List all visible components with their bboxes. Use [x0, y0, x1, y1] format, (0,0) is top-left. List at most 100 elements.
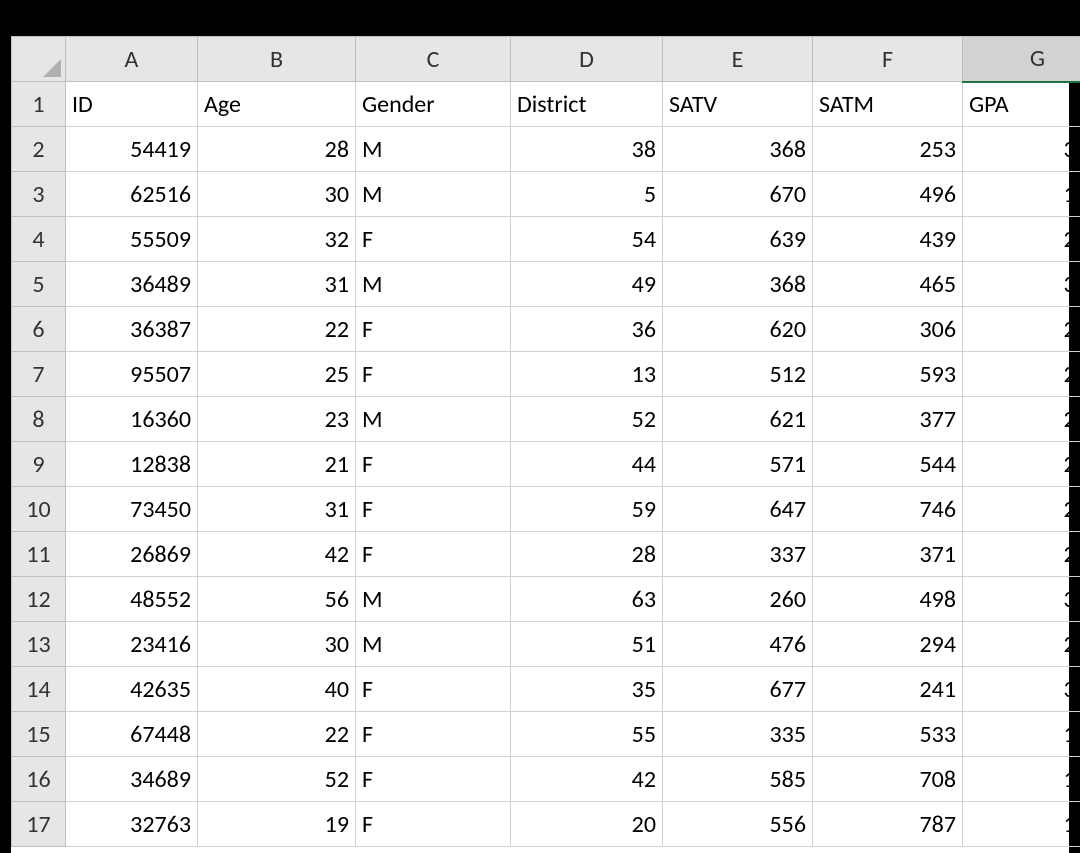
cell-E8[interactable]: 621	[663, 397, 813, 442]
cell-G7[interactable]: 2.83	[963, 352, 1080, 397]
cell-F6[interactable]: 306	[813, 307, 963, 352]
cell-F8[interactable]: 377	[813, 397, 963, 442]
cell-A11[interactable]: 26869	[66, 532, 198, 577]
cell-B11[interactable]: 42	[198, 532, 356, 577]
column-header-F[interactable]: F	[813, 37, 963, 82]
cell-C15[interactable]: F	[356, 712, 511, 757]
cell-A16[interactable]: 34689	[66, 757, 198, 802]
cell-G5[interactable]: 3.11	[963, 262, 1080, 307]
column-header-D[interactable]: D	[511, 37, 663, 82]
cell-D3[interactable]: 5	[511, 172, 663, 217]
cell-A13[interactable]: 23416	[66, 622, 198, 667]
row-header-5[interactable]: 5	[12, 262, 66, 307]
cell-F13[interactable]: 294	[813, 622, 963, 667]
cell-A2[interactable]: 54419	[66, 127, 198, 172]
row-header-3[interactable]: 3	[12, 172, 66, 217]
cell-B2[interactable]: 28	[198, 127, 356, 172]
cell-D4[interactable]: 54	[511, 217, 663, 262]
row-header-10[interactable]: 10	[12, 487, 66, 532]
cell-D6[interactable]: 36	[511, 307, 663, 352]
cell-B4[interactable]: 32	[198, 217, 356, 262]
cell-E10[interactable]: 647	[663, 487, 813, 532]
row-header-6[interactable]: 6	[12, 307, 66, 352]
cell-A1[interactable]: ID	[66, 82, 198, 127]
row-header-15[interactable]: 15	[12, 712, 66, 757]
cell-F12[interactable]: 498	[813, 577, 963, 622]
row-header-7[interactable]: 7	[12, 352, 66, 397]
cell-E1[interactable]: SATV	[663, 82, 813, 127]
row-header-2[interactable]: 2	[12, 127, 66, 172]
cell-B12[interactable]: 56	[198, 577, 356, 622]
cell-B8[interactable]: 23	[198, 397, 356, 442]
cell-F9[interactable]: 544	[813, 442, 963, 487]
cell-A7[interactable]: 95507	[66, 352, 198, 397]
cell-E4[interactable]: 639	[663, 217, 813, 262]
cell-D10[interactable]: 59	[511, 487, 663, 532]
column-header-G[interactable]: G	[963, 37, 1080, 82]
cell-C10[interactable]: F	[356, 487, 511, 532]
cell-A10[interactable]: 73450	[66, 487, 198, 532]
cell-G6[interactable]: 2.16	[963, 307, 1080, 352]
cell-E15[interactable]: 335	[663, 712, 813, 757]
cell-A17[interactable]: 32763	[66, 802, 198, 847]
cell-C11[interactable]: F	[356, 532, 511, 577]
cell-F5[interactable]: 465	[813, 262, 963, 307]
cell-F10[interactable]: 746	[813, 487, 963, 532]
cell-C7[interactable]: F	[356, 352, 511, 397]
cell-E3[interactable]: 670	[663, 172, 813, 217]
cell-E6[interactable]: 620	[663, 307, 813, 352]
cell-C3[interactable]: M	[356, 172, 511, 217]
cell-F4[interactable]: 439	[813, 217, 963, 262]
cell-D7[interactable]: 13	[511, 352, 663, 397]
column-header-E[interactable]: E	[663, 37, 813, 82]
cell-E7[interactable]: 512	[663, 352, 813, 397]
cell-E2[interactable]: 368	[663, 127, 813, 172]
cell-D15[interactable]: 55	[511, 712, 663, 757]
cell-G12[interactable]: 3.24	[963, 577, 1080, 622]
cell-F1[interactable]: SATM	[813, 82, 963, 127]
row-header-17[interactable]: 17	[12, 802, 66, 847]
cell-E5[interactable]: 368	[663, 262, 813, 307]
cell-B10[interactable]: 31	[198, 487, 356, 532]
row-header-16[interactable]: 16	[12, 757, 66, 802]
row-header-8[interactable]: 8	[12, 397, 66, 442]
row-header-14[interactable]: 14	[12, 667, 66, 712]
cell-A14[interactable]: 42635	[66, 667, 198, 712]
spreadsheet-grid[interactable]: ABCDEFG 1IDAgeGenderDistrictSATVSATMGPA2…	[11, 36, 1069, 853]
cell-A15[interactable]: 67448	[66, 712, 198, 757]
cell-A6[interactable]: 36387	[66, 307, 198, 352]
cell-D16[interactable]: 42	[511, 757, 663, 802]
cell-A4[interactable]: 55509	[66, 217, 198, 262]
cell-E17[interactable]: 556	[663, 802, 813, 847]
cell-C4[interactable]: F	[356, 217, 511, 262]
cell-B13[interactable]: 30	[198, 622, 356, 667]
cell-B15[interactable]: 22	[198, 712, 356, 757]
cell-E11[interactable]: 337	[663, 532, 813, 577]
cell-B5[interactable]: 31	[198, 262, 356, 307]
cell-E12[interactable]: 260	[663, 577, 813, 622]
cell-B3[interactable]: 30	[198, 172, 356, 217]
cell-G15[interactable]: 1.81	[963, 712, 1080, 757]
cell-D12[interactable]: 63	[511, 577, 663, 622]
cell-B17[interactable]: 19	[198, 802, 356, 847]
row-header-11[interactable]: 11	[12, 532, 66, 577]
cell-A8[interactable]: 16360	[66, 397, 198, 442]
cell-C14[interactable]: F	[356, 667, 511, 712]
cell-G9[interactable]: 2.13	[963, 442, 1080, 487]
cell-A12[interactable]: 48552	[66, 577, 198, 622]
column-header-B[interactable]: B	[198, 37, 356, 82]
cell-B9[interactable]: 21	[198, 442, 356, 487]
cell-G3[interactable]: 1.11	[963, 172, 1080, 217]
cell-G10[interactable]: 2.08	[963, 487, 1080, 532]
cell-C8[interactable]: M	[356, 397, 511, 442]
cell-C5[interactable]: M	[356, 262, 511, 307]
cell-B14[interactable]: 40	[198, 667, 356, 712]
cell-F14[interactable]: 241	[813, 667, 963, 712]
cell-D14[interactable]: 35	[511, 667, 663, 712]
cell-E16[interactable]: 585	[663, 757, 813, 802]
cell-G17[interactable]: 1.18	[963, 802, 1080, 847]
cell-A5[interactable]: 36489	[66, 262, 198, 307]
cell-F3[interactable]: 496	[813, 172, 963, 217]
cell-D2[interactable]: 38	[511, 127, 663, 172]
cell-F16[interactable]: 708	[813, 757, 963, 802]
